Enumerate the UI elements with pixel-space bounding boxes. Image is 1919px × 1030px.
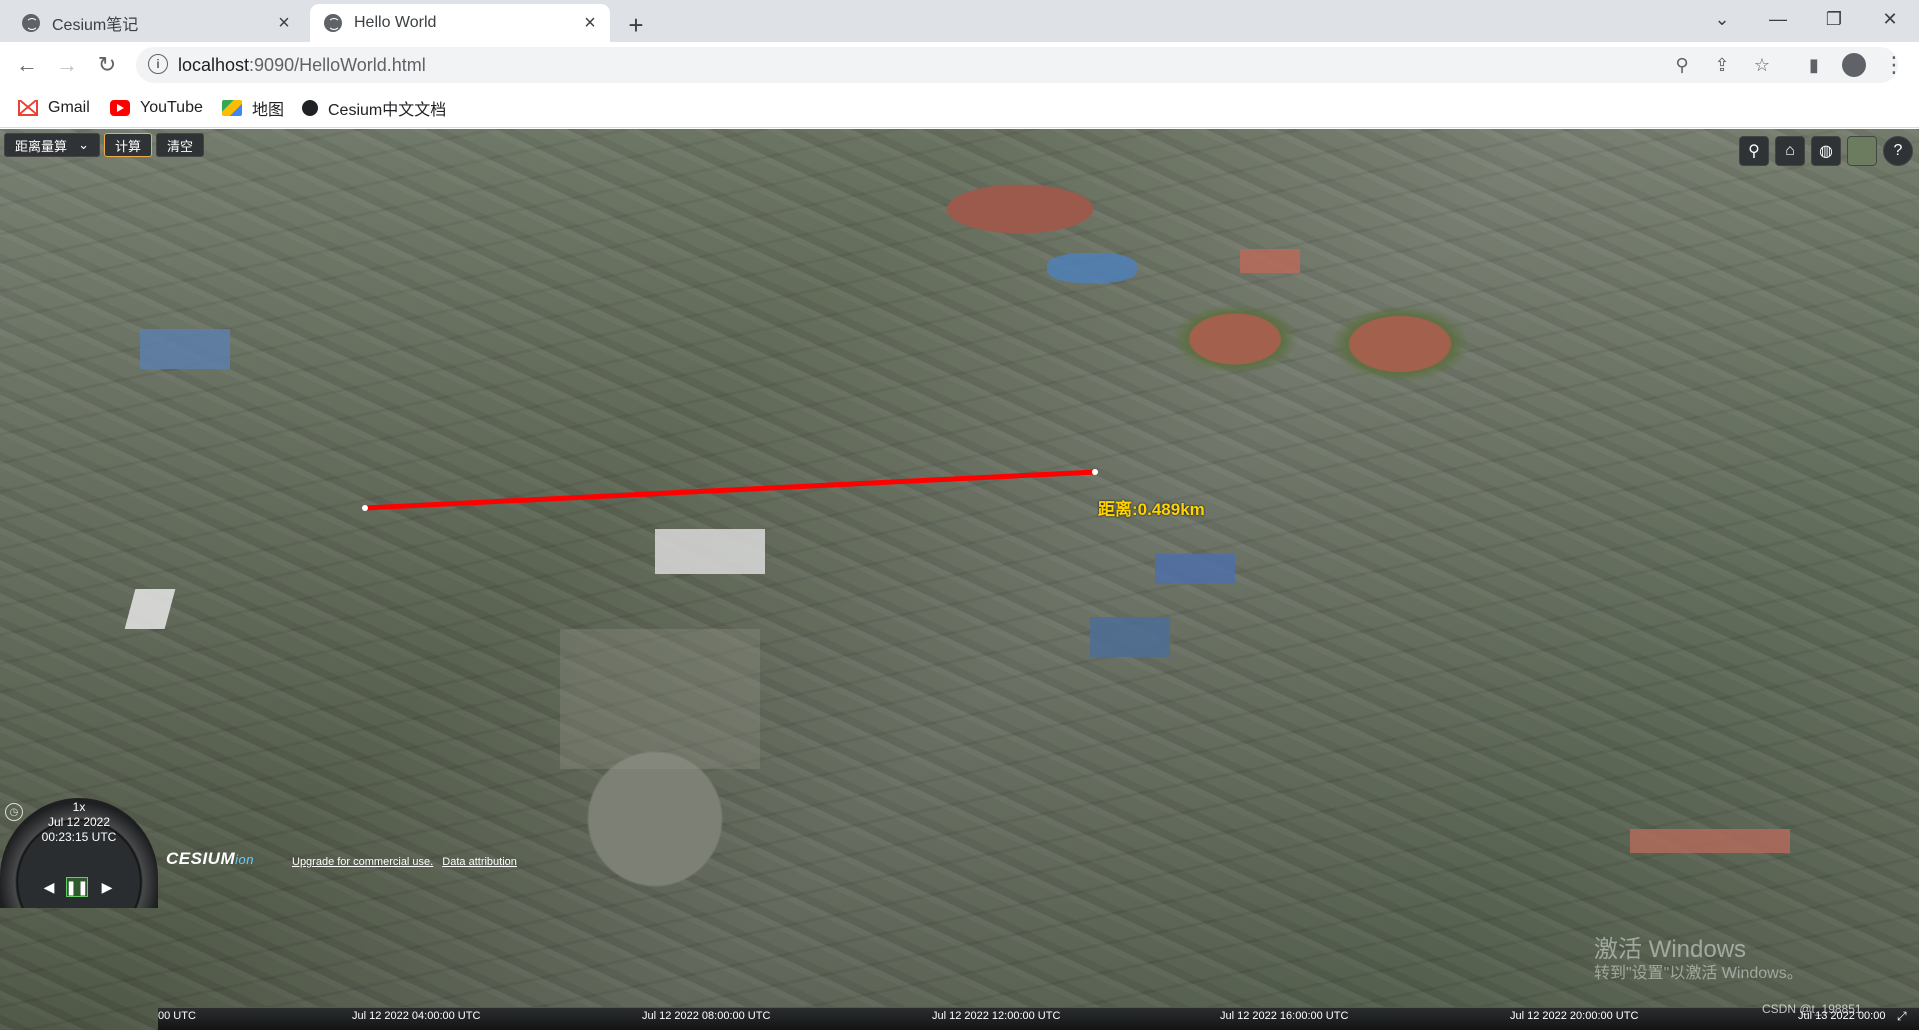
globe-icon [22, 14, 40, 32]
tab-search-icon[interactable]: ⌄ [1694, 0, 1750, 38]
cesium-logo-text: CESIUM [166, 849, 236, 868]
fullscreen-icon[interactable]: ⤢ [1897, 1009, 1915, 1027]
cesium-icon [302, 100, 318, 116]
forward-button[interactable]: → [50, 48, 84, 82]
ion-logo-text: ion [235, 852, 254, 867]
bookmark-label: YouTube [140, 99, 203, 116]
play-reverse-icon[interactable]: ◀ [38, 877, 60, 897]
data-attribution-link[interactable]: Data attribution [442, 856, 517, 868]
timeline-tick: Jul 12 2022 12:00:00 UTC [932, 1010, 1061, 1022]
help-icon[interactable]: ? [1883, 136, 1913, 166]
csdn-watermark: CSDN @t_198851 [1762, 1002, 1862, 1016]
distance-label: 距离:0.489km [1098, 500, 1205, 519]
play-forward-icon[interactable]: ▶ [96, 877, 118, 897]
timeline-tick: Jul 12 2022 08:00:00 UTC [642, 1010, 771, 1022]
close-window-button[interactable]: ✕ [1862, 0, 1918, 38]
url-path: :9090/HelloWorld.html [249, 55, 426, 75]
bookmark-label: Cesium中文文档 [328, 102, 447, 119]
distance-measure-line [362, 469, 1098, 511]
mode-select-value: 距离量算 [15, 138, 68, 154]
cesium-toolbar: ⚲ ⌂ ◍ ? [1739, 136, 1913, 166]
clock-icon[interactable]: ◷ [5, 803, 23, 821]
restore-button[interactable]: ❐ [1806, 0, 1862, 38]
bookmarks-bar: Gmail YouTube 地图 Cesium中文文档 [0, 88, 1919, 128]
star-icon[interactable]: ☆ [1748, 51, 1776, 79]
youtube-icon [110, 100, 130, 116]
timeline-tick: Jul 12 2022 16:00:00 UTC [1220, 1010, 1349, 1022]
address-bar[interactable]: i localhost:9090/HelloWorld.html ⚲ ⇪ ☆ [136, 47, 1898, 83]
gmail-icon [18, 100, 38, 116]
browser-toolbar: ← → ↻ i localhost:9090/HelloWorld.html ⚲… [0, 42, 1919, 88]
tab-cesium-notes[interactable]: Cesium笔记 × [8, 4, 304, 42]
close-icon[interactable]: × [274, 12, 294, 34]
profile-avatar[interactable] [1837, 48, 1871, 82]
reload-button[interactable]: ↻ [90, 48, 124, 82]
base-layer-picker-icon[interactable] [1847, 136, 1877, 166]
measure-segment [362, 469, 1098, 511]
measure-start-point [362, 505, 368, 511]
windows-activation-subtitle: 转到"设置"以激活 Windows。 [1594, 965, 1803, 982]
clear-button[interactable]: 清空 [156, 133, 205, 157]
timeline[interactable]: 00 UTC Jul 12 2022 04:00:00 UTC Jul 12 2… [158, 1007, 1919, 1030]
cesium-viewer[interactable]: 距离:0.489km 距离量算 ⌄ 计算 清空 ⚲ ⌂ ◍ ? 激活 Window… [0, 129, 1919, 1030]
timeline-tick: Jul 12 2022 20:00:00 UTC [1510, 1010, 1639, 1022]
timeline-tick: 00 UTC [158, 1010, 196, 1022]
animation-time: 00:23:15 UTC [41, 830, 117, 844]
credits: Upgrade for commercial use. Data attribu… [292, 856, 523, 868]
side-panel-icon[interactable]: ▮ [1797, 48, 1831, 82]
tab-label: Cesium笔记 [52, 17, 139, 34]
url-host: localhost [178, 55, 250, 75]
share-icon[interactable]: ⇪ [1708, 51, 1736, 79]
info-icon[interactable]: i [148, 54, 168, 74]
new-tab-button[interactable]: + [619, 8, 653, 42]
zoom-icon[interactable]: ⚲ [1668, 51, 1696, 79]
bookmark-cesium-docs[interactable]: Cesium中文文档 [302, 96, 446, 120]
bookmark-youtube[interactable]: YouTube [110, 96, 203, 120]
home-icon[interactable]: ⌂ [1775, 136, 1805, 166]
url-text[interactable]: localhost:9090/HelloWorld.html [178, 55, 426, 76]
close-icon[interactable]: × [580, 12, 600, 34]
measure-mode-select[interactable]: 距离量算 ⌄ [4, 133, 100, 157]
measure-end-point [1092, 469, 1098, 475]
chevron-down-icon: ⌄ [78, 137, 89, 152]
animation-speed: 1x [72, 800, 86, 814]
globe-icon [324, 14, 342, 32]
measure-tool-panel: 距离量算 ⌄ 计算 清空 [4, 133, 205, 157]
minimize-button[interactable]: — [1750, 0, 1806, 38]
cesium-ion-logo[interactable]: CESIUMion [166, 849, 254, 869]
upgrade-link[interactable]: Upgrade for commercial use. [292, 856, 433, 868]
bookmark-maps[interactable]: 地图 [222, 96, 284, 120]
calc-button[interactable]: 计算 [104, 133, 153, 157]
tab-hello-world[interactable]: Hello World × [310, 4, 610, 42]
search-icon[interactable]: ⚲ [1739, 136, 1769, 166]
tab-label: Hello World [354, 14, 437, 31]
maps-icon [222, 100, 242, 116]
pause-icon[interactable]: ❚❚ [65, 877, 89, 897]
animation-date: Jul 12 2022 [47, 815, 111, 829]
bookmark-label: Gmail [48, 99, 90, 116]
timeline-tick: Jul 12 2022 04:00:00 UTC [352, 1010, 481, 1022]
scene-mode-globe-icon[interactable]: ◍ [1811, 136, 1841, 166]
bookmark-label: 地图 [252, 102, 285, 119]
bookmark-gmail[interactable]: Gmail [18, 96, 90, 120]
back-button[interactable]: ← [10, 48, 44, 82]
tab-strip: Cesium笔记 × Hello World × + ⌄ — ❐ ✕ [0, 0, 1919, 42]
menu-icon[interactable]: ⋮ [1877, 48, 1911, 82]
